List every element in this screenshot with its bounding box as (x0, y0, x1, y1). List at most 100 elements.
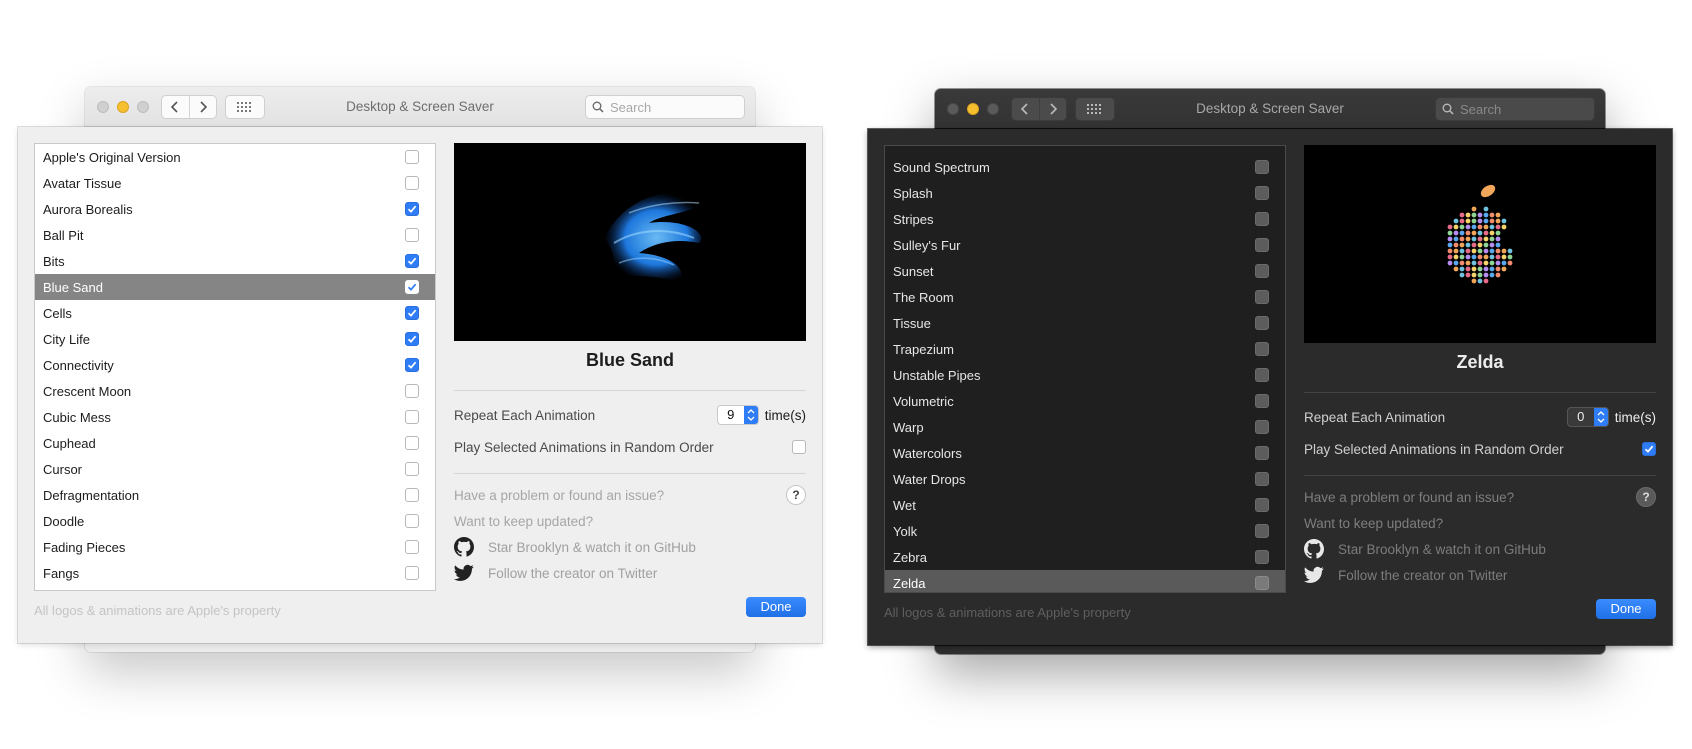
github-link[interactable]: Star Brooklyn & watch it on GitHub (454, 534, 806, 560)
logo-dot (1507, 254, 1513, 260)
animation-list[interactable]: Sound Spectrum Splash Stripes Sulley's Fur S… (884, 145, 1286, 593)
list-item-label: Trapezium (893, 341, 954, 357)
done-button[interactable]: Done (746, 597, 806, 617)
list-item-checkbox[interactable] (1255, 394, 1269, 408)
list-item-checkbox[interactable] (1255, 446, 1269, 460)
search-input[interactable]: Search (585, 95, 745, 119)
repeat-value[interactable]: 9 (718, 406, 744, 424)
list-item-checkbox[interactable] (405, 410, 419, 424)
footer-note: All logos & animations are Apple's prope… (884, 605, 1131, 620)
logo-dot (1495, 224, 1501, 230)
list-item[interactable]: Blue Sand (35, 274, 435, 300)
github-link[interactable]: Star Brooklyn & watch it on GitHub (1304, 536, 1656, 562)
list-item[interactable]: Cubic Mess (35, 404, 435, 430)
list-item-checkbox[interactable] (405, 228, 419, 242)
list-item-checkbox[interactable] (405, 540, 419, 554)
list-item-checkbox[interactable] (1255, 212, 1269, 226)
list-item[interactable]: Defragmentation (35, 482, 435, 508)
done-button[interactable]: Done (1596, 599, 1656, 619)
twitter-link[interactable]: Follow the creator on Twitter (1304, 562, 1656, 588)
help-button[interactable]: ? (1636, 487, 1656, 507)
list-item-checkbox[interactable] (1255, 420, 1269, 434)
list-item-checkbox[interactable] (1255, 160, 1269, 174)
list-item[interactable]: Aurora Borealis (35, 196, 435, 222)
list-item-checkbox[interactable] (1255, 342, 1269, 356)
random-option-row: Play Selected Animations in Random Order (454, 435, 806, 459)
list-item-checkbox[interactable] (405, 280, 419, 294)
list-item[interactable]: Water Drops (885, 466, 1285, 492)
list-item-checkbox[interactable] (405, 488, 419, 502)
list-item-checkbox[interactable] (405, 332, 419, 346)
list-item-checkbox[interactable] (1255, 576, 1269, 590)
list-item-checkbox[interactable] (405, 358, 419, 372)
list-item[interactable]: Zelda (885, 570, 1285, 592)
list-item[interactable]: Cuphead (35, 430, 435, 456)
list-item[interactable]: Ball Pit (35, 222, 435, 248)
list-item-checkbox[interactable] (1255, 264, 1269, 278)
list-item-checkbox[interactable] (405, 436, 419, 450)
list-item[interactable]: Crescent Moon (35, 378, 435, 404)
twitter-link[interactable]: Follow the creator on Twitter (454, 560, 806, 586)
list-item-checkbox[interactable] (1255, 550, 1269, 564)
logo-dot (1459, 236, 1465, 242)
list-item[interactable]: Fading Pieces (35, 534, 435, 560)
list-item[interactable]: Trapezium (885, 336, 1285, 362)
list-item[interactable]: Zebra (885, 544, 1285, 570)
list-item[interactable]: Cursor (35, 456, 435, 482)
animation-list[interactable]: Apple's Original Version Avatar Tissue Aur… (34, 143, 436, 591)
stepper-arrows-icon[interactable] (743, 406, 758, 424)
list-item[interactable]: Doodle (35, 508, 435, 534)
logo-dot (1453, 248, 1459, 254)
list-item-checkbox[interactable] (1255, 368, 1269, 382)
list-item[interactable]: Sunset (885, 258, 1285, 284)
list-item[interactable]: Connectivity (35, 352, 435, 378)
checkmark-icon (407, 257, 417, 265)
list-item-checkbox[interactable] (405, 384, 419, 398)
random-order-checkbox[interactable] (1642, 442, 1656, 456)
list-item-checkbox[interactable] (1255, 290, 1269, 304)
list-item[interactable]: The Room (885, 284, 1285, 310)
list-item[interactable]: Avatar Tissue (35, 170, 435, 196)
list-item-checkbox[interactable] (405, 150, 419, 164)
list-item-checkbox[interactable] (1255, 238, 1269, 252)
list-item-checkbox[interactable] (405, 462, 419, 476)
logo-dot (1483, 212, 1489, 218)
list-item-checkbox[interactable] (1255, 498, 1269, 512)
list-item[interactable]: Bits (35, 248, 435, 274)
logo-dot (1501, 224, 1507, 230)
list-item-checkbox[interactable] (405, 202, 419, 216)
list-item[interactable]: Warp (885, 414, 1285, 440)
list-item-checkbox[interactable] (1255, 472, 1269, 486)
list-item[interactable]: Unstable Pipes (885, 362, 1285, 388)
list-item-checkbox[interactable] (1255, 316, 1269, 330)
list-item[interactable]: Apple's Original Version (35, 144, 435, 170)
list-item-checkbox[interactable] (405, 254, 419, 268)
list-item-checkbox[interactable] (1255, 186, 1269, 200)
list-item[interactable]: Volumetric (885, 388, 1285, 414)
repeat-stepper[interactable]: 9 (716, 405, 759, 425)
list-item[interactable]: Splash (885, 180, 1285, 206)
list-item-checkbox[interactable] (405, 306, 419, 320)
animation-preview (454, 143, 806, 341)
random-order-checkbox[interactable] (792, 440, 806, 454)
list-item[interactable]: Tissue (885, 310, 1285, 336)
repeat-value[interactable]: 0 (1568, 408, 1594, 426)
list-item-checkbox[interactable] (405, 176, 419, 190)
search-input[interactable]: Search (1435, 97, 1595, 121)
stepper-arrows-icon[interactable] (1593, 408, 1608, 426)
list-item-checkbox[interactable] (405, 514, 419, 528)
list-item[interactable]: Fangs (35, 560, 435, 586)
list-item-checkbox[interactable] (1255, 524, 1269, 538)
list-item[interactable]: Yolk (885, 518, 1285, 544)
list-item[interactable]: Stripes (885, 206, 1285, 232)
help-button[interactable]: ? (786, 485, 806, 505)
list-item[interactable]: Watercolors (885, 440, 1285, 466)
list-item-checkbox[interactable] (405, 566, 419, 580)
repeat-stepper[interactable]: 0 (1566, 407, 1609, 427)
list-item[interactable]: Wet (885, 492, 1285, 518)
list-item[interactable]: Cells (35, 300, 435, 326)
logo-dot (1477, 254, 1483, 260)
list-item[interactable]: Sound Spectrum (885, 154, 1285, 180)
list-item[interactable]: Sulley's Fur (885, 232, 1285, 258)
list-item[interactable]: City Life (35, 326, 435, 352)
